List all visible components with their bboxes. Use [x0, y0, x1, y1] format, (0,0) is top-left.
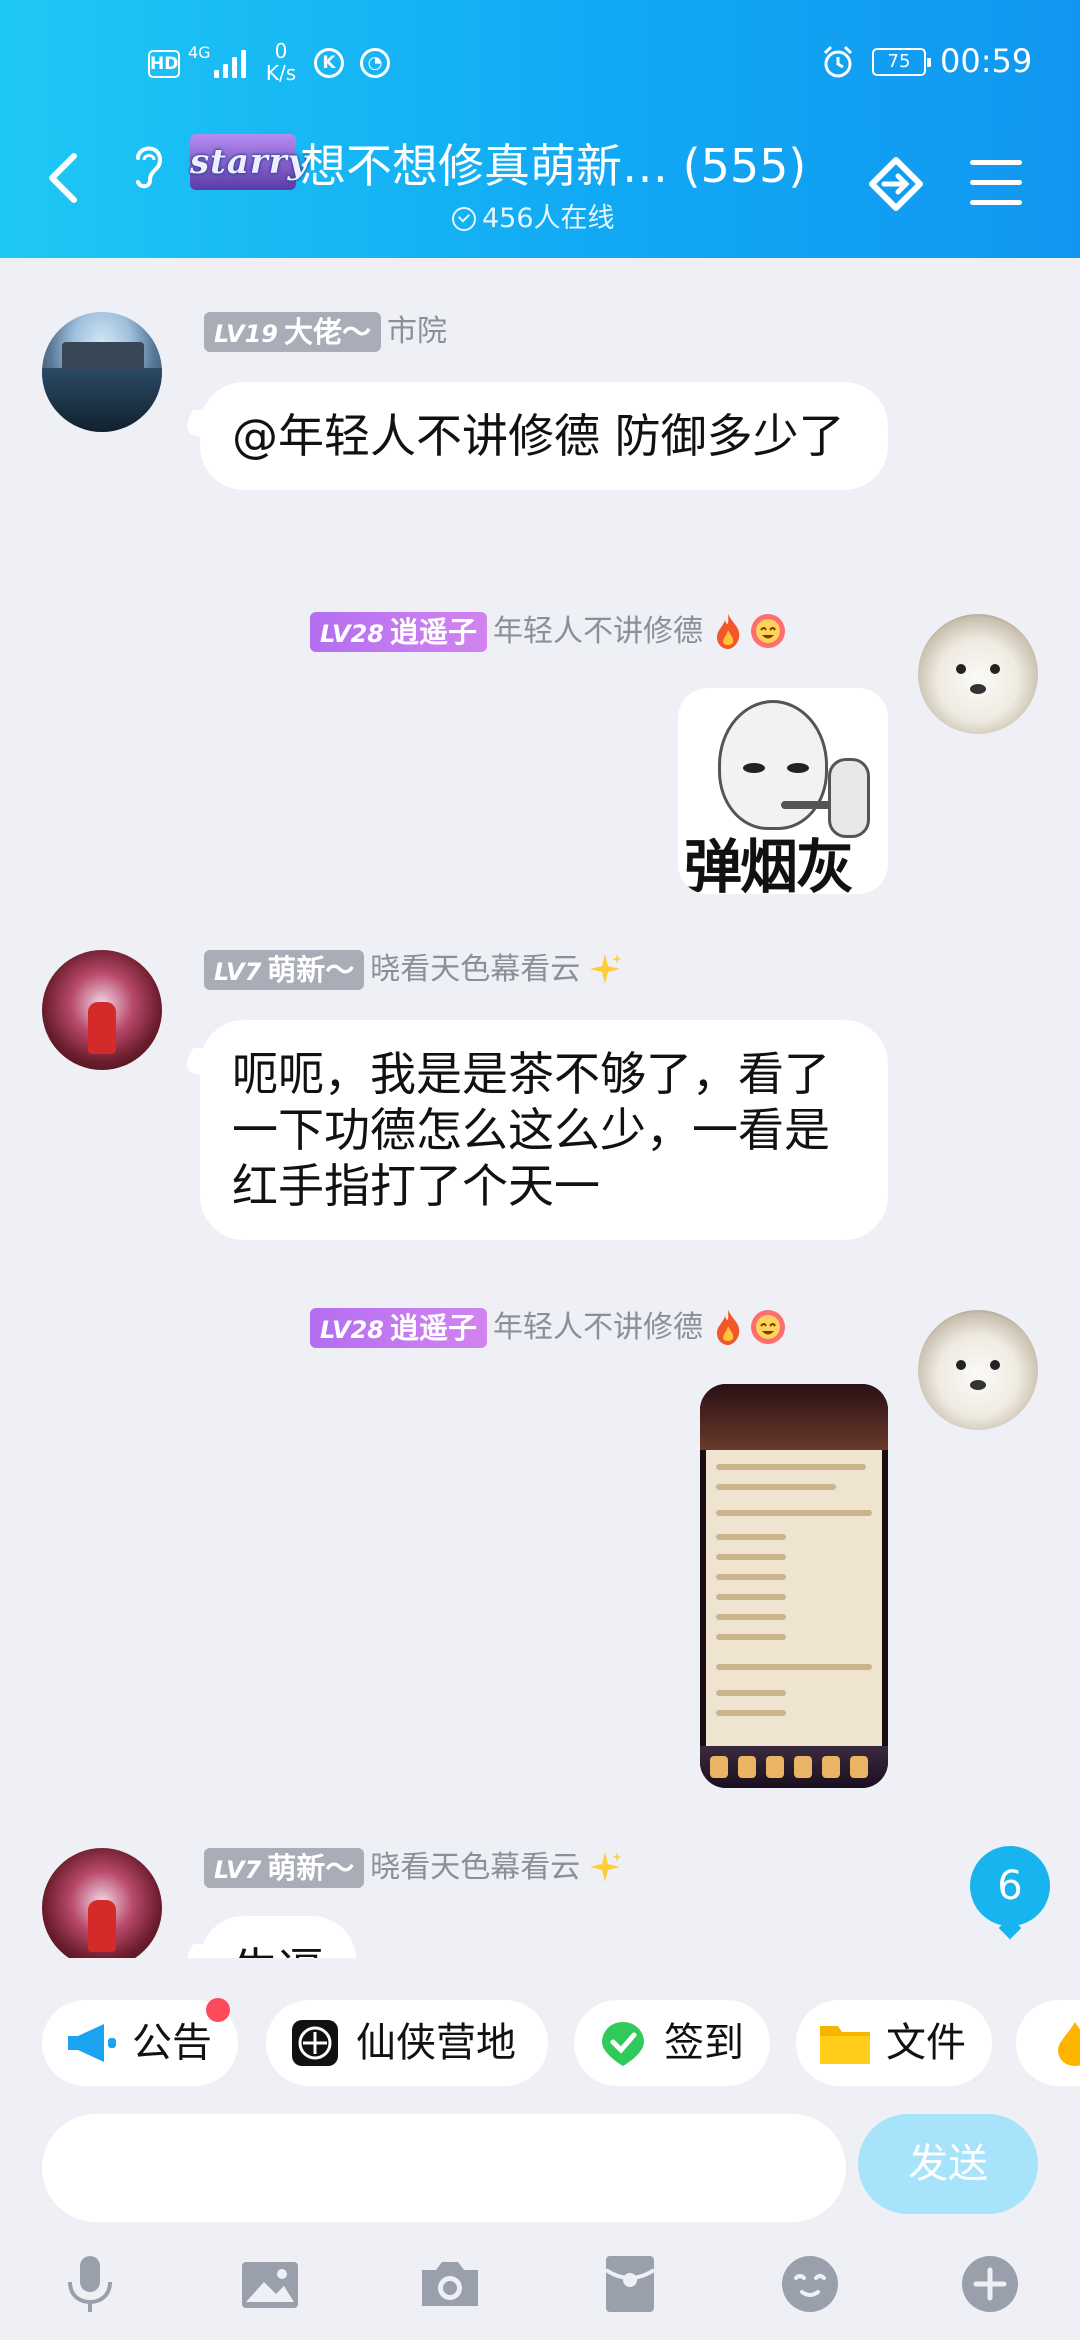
signal-icon	[214, 48, 246, 78]
sender-meta: LV28 逍遥子 年轻人不讲修德	[310, 1308, 787, 1348]
plus-icon[interactable]	[958, 2252, 1022, 2316]
sender-name[interactable]: 晓看天色幕看云	[370, 952, 580, 987]
net-speed: 0 K/s	[262, 40, 300, 84]
sparkle-icon	[590, 954, 623, 984]
level-number: LV28	[320, 1316, 384, 1344]
group-logo: starry	[190, 134, 307, 190]
compose-row: 发送	[0, 2104, 1080, 2224]
red-packet-icon[interactable]	[598, 2252, 662, 2316]
medal-emoji-icon	[750, 614, 785, 648]
avatar[interactable]	[42, 950, 162, 1070]
folder-icon	[820, 2026, 870, 2064]
message-bubble[interactable]: 呃呃，我是是茶不够了，看了一下功德怎么这么少，一看是红手指打了个天一	[200, 1020, 888, 1240]
online-check-icon	[452, 207, 476, 231]
camp-icon	[292, 2020, 338, 2066]
message-list[interactable]: LV19 大佬～ 市院 @年轻人不讲修德 防御多少了 LV28 逍遥子 年轻人不讲修德 …	[0, 258, 1080, 1958]
shortcut-more[interactable]	[1016, 2000, 1080, 2086]
message-input[interactable]	[42, 2114, 846, 2222]
message-bubble[interactable]: 牛逼	[200, 1916, 356, 1958]
hd-indicator: HD	[148, 50, 180, 78]
clock: 00:59	[940, 42, 1033, 80]
level-title: 逍遥子	[389, 1311, 477, 1345]
online-text: 456人在线	[482, 203, 615, 234]
network-type: 4G	[188, 43, 211, 62]
net-speed-value: 0	[274, 39, 288, 63]
fire-icon	[716, 614, 740, 649]
level-number: LV7	[214, 958, 262, 986]
shortcut-label: 文件	[886, 2020, 966, 2066]
emoji-icon[interactable]	[778, 2252, 842, 2316]
group-title[interactable]: 想不想修真萌新… (555)	[300, 130, 806, 196]
level-badge: LV7 萌新～	[204, 950, 365, 990]
drop-icon	[1058, 2022, 1080, 2066]
checkin-icon	[602, 2022, 644, 2066]
sparkle-icon	[590, 1852, 623, 1882]
avatar[interactable]	[42, 1848, 162, 1958]
chat-header: HD 4G 0 K/s K ◔ 75 00:59 starry 想不想修真萌新……	[0, 0, 1080, 258]
sender-meta: LV7 萌新～ 晓看天色幕看云	[204, 950, 624, 990]
level-badge: LV19 大佬～	[204, 312, 381, 352]
group-shortcut-bar: 公告 仙侠营地 签到 文件	[0, 1986, 1080, 2096]
game-screenshot-image[interactable]	[700, 1384, 888, 1788]
sender-meta: LV28 逍遥子 年轻人不讲修德	[310, 612, 787, 652]
shortcut-label: 公告	[132, 2020, 212, 2066]
shortcut-files[interactable]: 文件	[796, 2000, 992, 2086]
input-toolbar	[0, 2232, 1080, 2340]
sender-name[interactable]: 晓看天色幕看云	[370, 1850, 580, 1885]
sticker-caption: 弹烟灰	[684, 833, 854, 894]
sticker-face	[718, 700, 841, 830]
sender-name[interactable]: 年轻人不讲修德	[493, 1310, 703, 1345]
sender-meta: LV19 大佬～ 市院	[204, 312, 447, 352]
k-app-icon: K	[314, 48, 344, 78]
level-title: 萌新～	[267, 1851, 355, 1885]
camera-icon[interactable]	[418, 2252, 482, 2316]
level-number: LV28	[320, 620, 384, 648]
medal-emoji-icon	[750, 1310, 785, 1344]
shortcut-label: 仙侠营地	[356, 2020, 516, 2066]
fire-icon	[716, 1310, 740, 1345]
level-badge: LV7 萌新～	[204, 1848, 365, 1888]
earpiece-icon[interactable]	[128, 140, 168, 192]
level-number: LV19	[214, 320, 278, 348]
level-number: LV7	[214, 1856, 262, 1884]
share-icon[interactable]	[862, 150, 932, 216]
shortcut-camp[interactable]: 仙侠营地	[266, 2000, 548, 2086]
notification-dot	[206, 1998, 230, 2022]
level-title: 逍遥子	[389, 615, 477, 649]
message-bubble[interactable]: @年轻人不讲修德 防御多少了	[200, 382, 888, 490]
level-badge: LV28 逍遥子	[310, 1308, 487, 1348]
level-title: 大佬～	[283, 315, 371, 349]
sticker-image[interactable]: 弹烟灰	[678, 688, 888, 894]
send-button[interactable]: 发送	[858, 2114, 1038, 2214]
online-count[interactable]: 456人在线	[452, 196, 615, 235]
avatar[interactable]	[42, 312, 162, 432]
mic-icon[interactable]	[58, 2252, 122, 2316]
alarm-icon	[823, 45, 853, 78]
avatar[interactable]	[918, 1310, 1038, 1430]
shortcut-checkin[interactable]: 签到	[574, 2000, 770, 2086]
level-badge: LV28 逍遥子	[310, 612, 487, 652]
back-icon[interactable]	[44, 150, 80, 206]
avatar[interactable]	[918, 614, 1038, 734]
megaphone-icon	[68, 2024, 116, 2062]
battery-indicator: 75	[872, 48, 931, 76]
sender-meta: LV7 萌新～ 晓看天色幕看云	[204, 1848, 624, 1888]
level-title: 萌新～	[267, 953, 355, 987]
menu-icon[interactable]	[970, 160, 1022, 206]
status-bar: HD 4G 0 K/s K ◔ 75 00:59	[0, 38, 1080, 94]
sync-app-icon: ◔	[360, 48, 390, 78]
sender-name[interactable]: 市院	[387, 314, 447, 349]
image-icon[interactable]	[238, 2252, 302, 2316]
sender-name[interactable]: 年轻人不讲修德	[493, 614, 703, 649]
net-speed-unit: K/s	[265, 61, 297, 85]
unread-count-badge[interactable]: 6	[970, 1846, 1050, 1926]
shortcut-label: 签到	[664, 2020, 744, 2066]
